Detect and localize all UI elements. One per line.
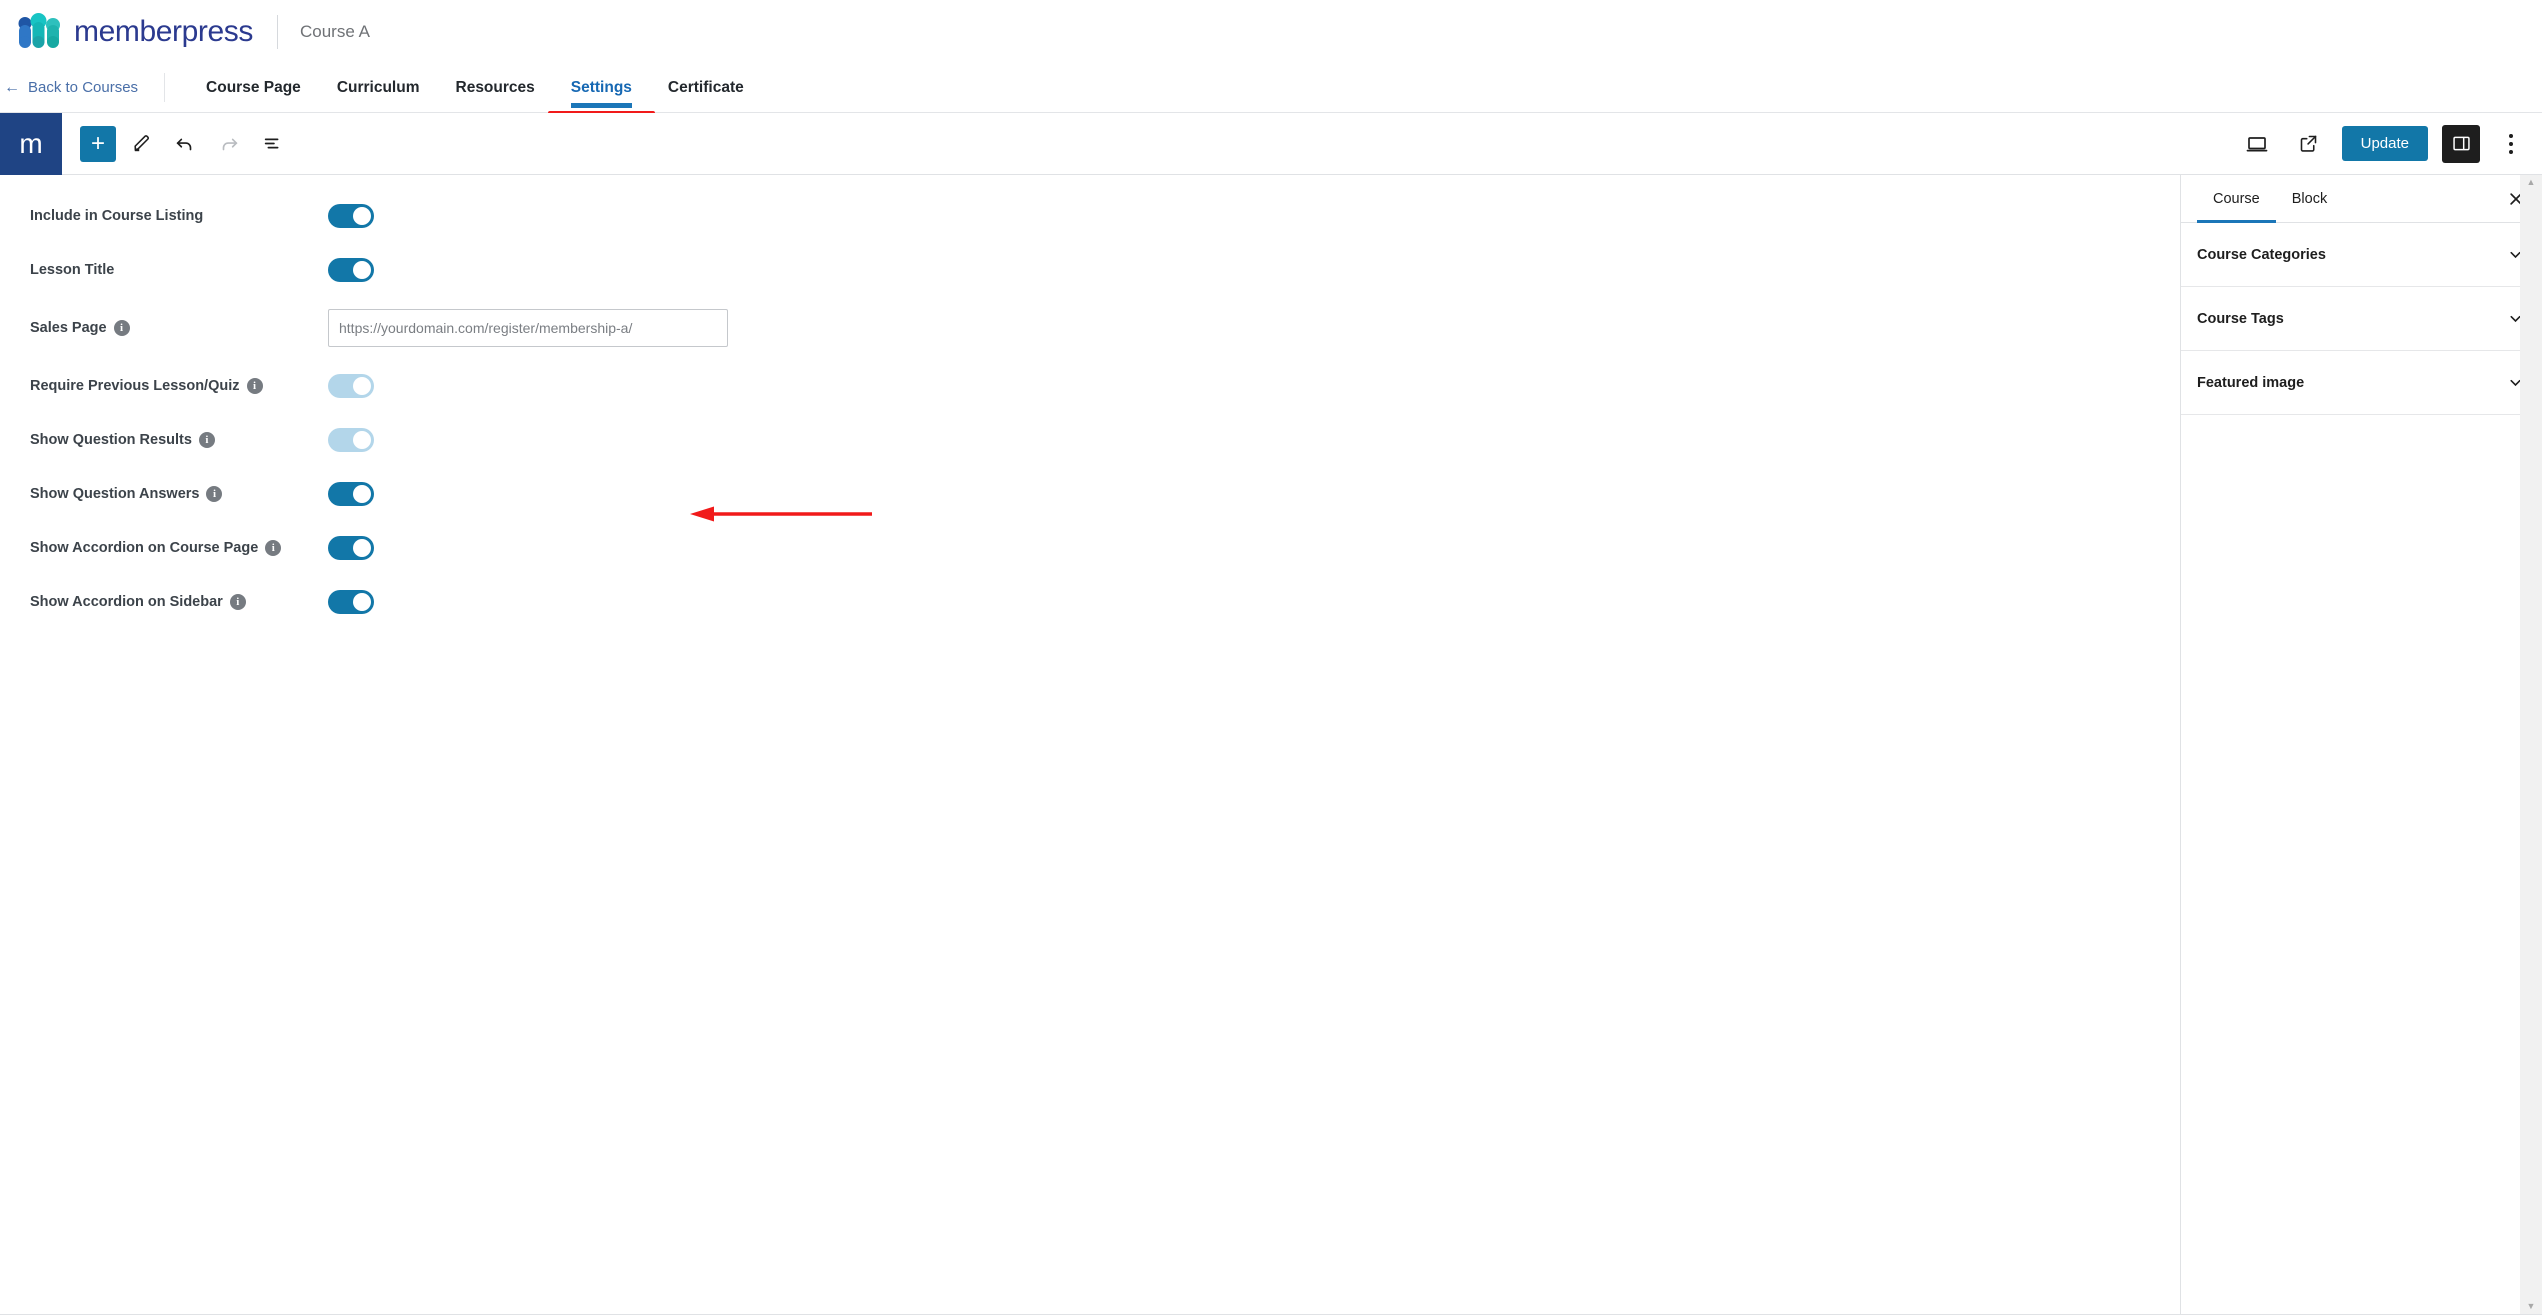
info-icon[interactable]: i	[246, 378, 263, 394]
setting-label-text: Show Question Answers	[30, 486, 200, 502]
editor-body: Include in Course Listing Lesson Title S…	[0, 175, 2542, 1314]
panel-label: Course Categories	[2197, 246, 2326, 263]
info-icon[interactable]: i	[198, 432, 215, 448]
update-button[interactable]: Update	[2341, 126, 2428, 161]
sidebar-tab-block[interactable]: Block	[2276, 175, 2343, 222]
setting-row-require-previous-lesson-quiz: Require Previous Lesson/Quiz i	[30, 359, 2180, 413]
setting-label: Show Question Results i	[30, 432, 328, 448]
memberpress-logo-icon	[18, 12, 60, 48]
panel-label: Course Tags	[2197, 310, 2284, 327]
setting-label-text: Include in Course Listing	[30, 208, 204, 224]
panel-label: Featured image	[2197, 374, 2305, 391]
toolbar-right-group: Update	[2238, 124, 2542, 163]
course-nav-bar: ← Back to Courses Course Page Curriculum…	[0, 63, 2542, 159]
list-view-icon[interactable]	[254, 125, 292, 163]
course-settings-list: Include in Course Listing Lesson Title S…	[0, 189, 2180, 629]
setting-label-text: Show Accordion on Sidebar	[30, 594, 223, 610]
add-block-button[interactable]: +	[80, 125, 116, 162]
toggle-show-accordion-on-sidebar[interactable]	[328, 590, 374, 614]
info-icon[interactable]: i	[229, 594, 246, 610]
editor-logo-button[interactable]: m	[0, 112, 62, 175]
setting-label-text: Sales Page	[30, 320, 107, 336]
external-link-icon[interactable]	[2290, 125, 2328, 163]
setting-row-show-accordion-on-course-page: Show Accordion on Course Page i	[30, 521, 2180, 575]
panel-featured-image[interactable]: Featured image	[2181, 351, 2542, 415]
back-to-courses-label: Back to Courses	[28, 79, 139, 96]
setting-label: Sales Page i	[30, 320, 328, 336]
setting-row-include-in-course-listing: Include in Course Listing	[30, 189, 2180, 243]
toolbar-left-group: +	[62, 125, 292, 163]
setting-label: Include in Course Listing	[30, 208, 328, 224]
toggle-require-previous-lesson-quiz[interactable]	[328, 374, 374, 398]
setting-row-show-accordion-on-sidebar: Show Accordion on Sidebar i	[30, 575, 2180, 629]
toggle-lesson-title[interactable]	[328, 258, 374, 282]
back-to-courses-link[interactable]: ← Back to Courses	[0, 63, 164, 112]
desktop-preview-icon[interactable]	[2238, 125, 2276, 163]
setting-label: Lesson Title	[30, 262, 328, 278]
scroll-down-arrow-icon[interactable]: ▼	[2527, 1302, 2536, 1311]
setting-row-sales-page: Sales Page i	[30, 297, 2180, 359]
kebab-menu-icon[interactable]	[2494, 125, 2528, 163]
setting-label-text: Show Question Results	[30, 432, 192, 448]
course-settings-sidebar: Course Block Course Categories Course Ta…	[2181, 175, 2542, 1314]
sidebar-tab-list: Course Block	[2181, 175, 2542, 223]
sidebar-scrollbar[interactable]: ▲ ▼	[2520, 175, 2542, 1314]
setting-label: Show Question Answers i	[30, 486, 328, 502]
scroll-up-arrow-icon[interactable]: ▲	[2527, 178, 2536, 187]
tab-settings[interactable]: Settings	[553, 63, 650, 112]
setting-label-text: Show Accordion on Course Page	[30, 540, 259, 556]
brand-name: memberpress	[74, 14, 253, 48]
course-name: Course A	[299, 21, 370, 41]
arrow-left-icon: ←	[4, 78, 20, 96]
toggle-show-question-answers[interactable]	[328, 482, 374, 506]
setting-label-text: Require Previous Lesson/Quiz	[30, 378, 240, 394]
setting-label: Show Accordion on Sidebar i	[30, 594, 328, 610]
panel-course-tags[interactable]: Course Tags	[2181, 287, 2542, 351]
tab-resources[interactable]: Resources	[438, 63, 553, 112]
tab-course-page[interactable]: Course Page	[188, 63, 319, 112]
setting-row-show-question-answers: Show Question Answers i	[30, 467, 2180, 521]
info-icon[interactable]: i	[113, 320, 130, 336]
settings-sidebar-toggle[interactable]	[2442, 124, 2480, 163]
sidebar-content: Course Block Course Categories Course Ta…	[2181, 175, 2542, 1314]
setting-label: Show Accordion on Course Page i	[30, 540, 328, 556]
sidebar-tab-course[interactable]: Course	[2197, 175, 2276, 223]
settings-content-area: Include in Course Listing Lesson Title S…	[0, 175, 2181, 1314]
pencil-icon[interactable]	[122, 125, 160, 163]
editor-toolbar: m + Update	[0, 112, 2542, 175]
info-icon[interactable]: i	[265, 540, 282, 556]
tab-certificate[interactable]: Certificate	[650, 63, 762, 112]
setting-row-lesson-title: Lesson Title	[30, 243, 2180, 297]
memberpress-logo[interactable]: memberpress	[18, 12, 253, 52]
tab-curriculum[interactable]: Curriculum	[319, 63, 438, 112]
panel-course-categories[interactable]: Course Categories	[2181, 223, 2542, 287]
sales-page-input[interactable]	[328, 309, 728, 347]
undo-icon[interactable]	[166, 125, 204, 163]
nav-tab-list: Course Page Curriculum Resources Setting…	[165, 63, 762, 112]
info-icon[interactable]: i	[206, 486, 223, 502]
redo-icon[interactable]	[210, 125, 248, 163]
toggle-include-in-course-listing[interactable]	[328, 204, 374, 228]
setting-label-text: Lesson Title	[30, 262, 115, 278]
toggle-show-question-results[interactable]	[328, 428, 374, 452]
brand-divider	[276, 14, 278, 49]
setting-label: Require Previous Lesson/Quiz i	[30, 378, 328, 394]
setting-row-show-question-results: Show Question Results i	[30, 413, 2180, 467]
toggle-show-accordion-on-course-page[interactable]	[328, 536, 374, 560]
brand-header: memberpress Course A	[0, 0, 2542, 63]
